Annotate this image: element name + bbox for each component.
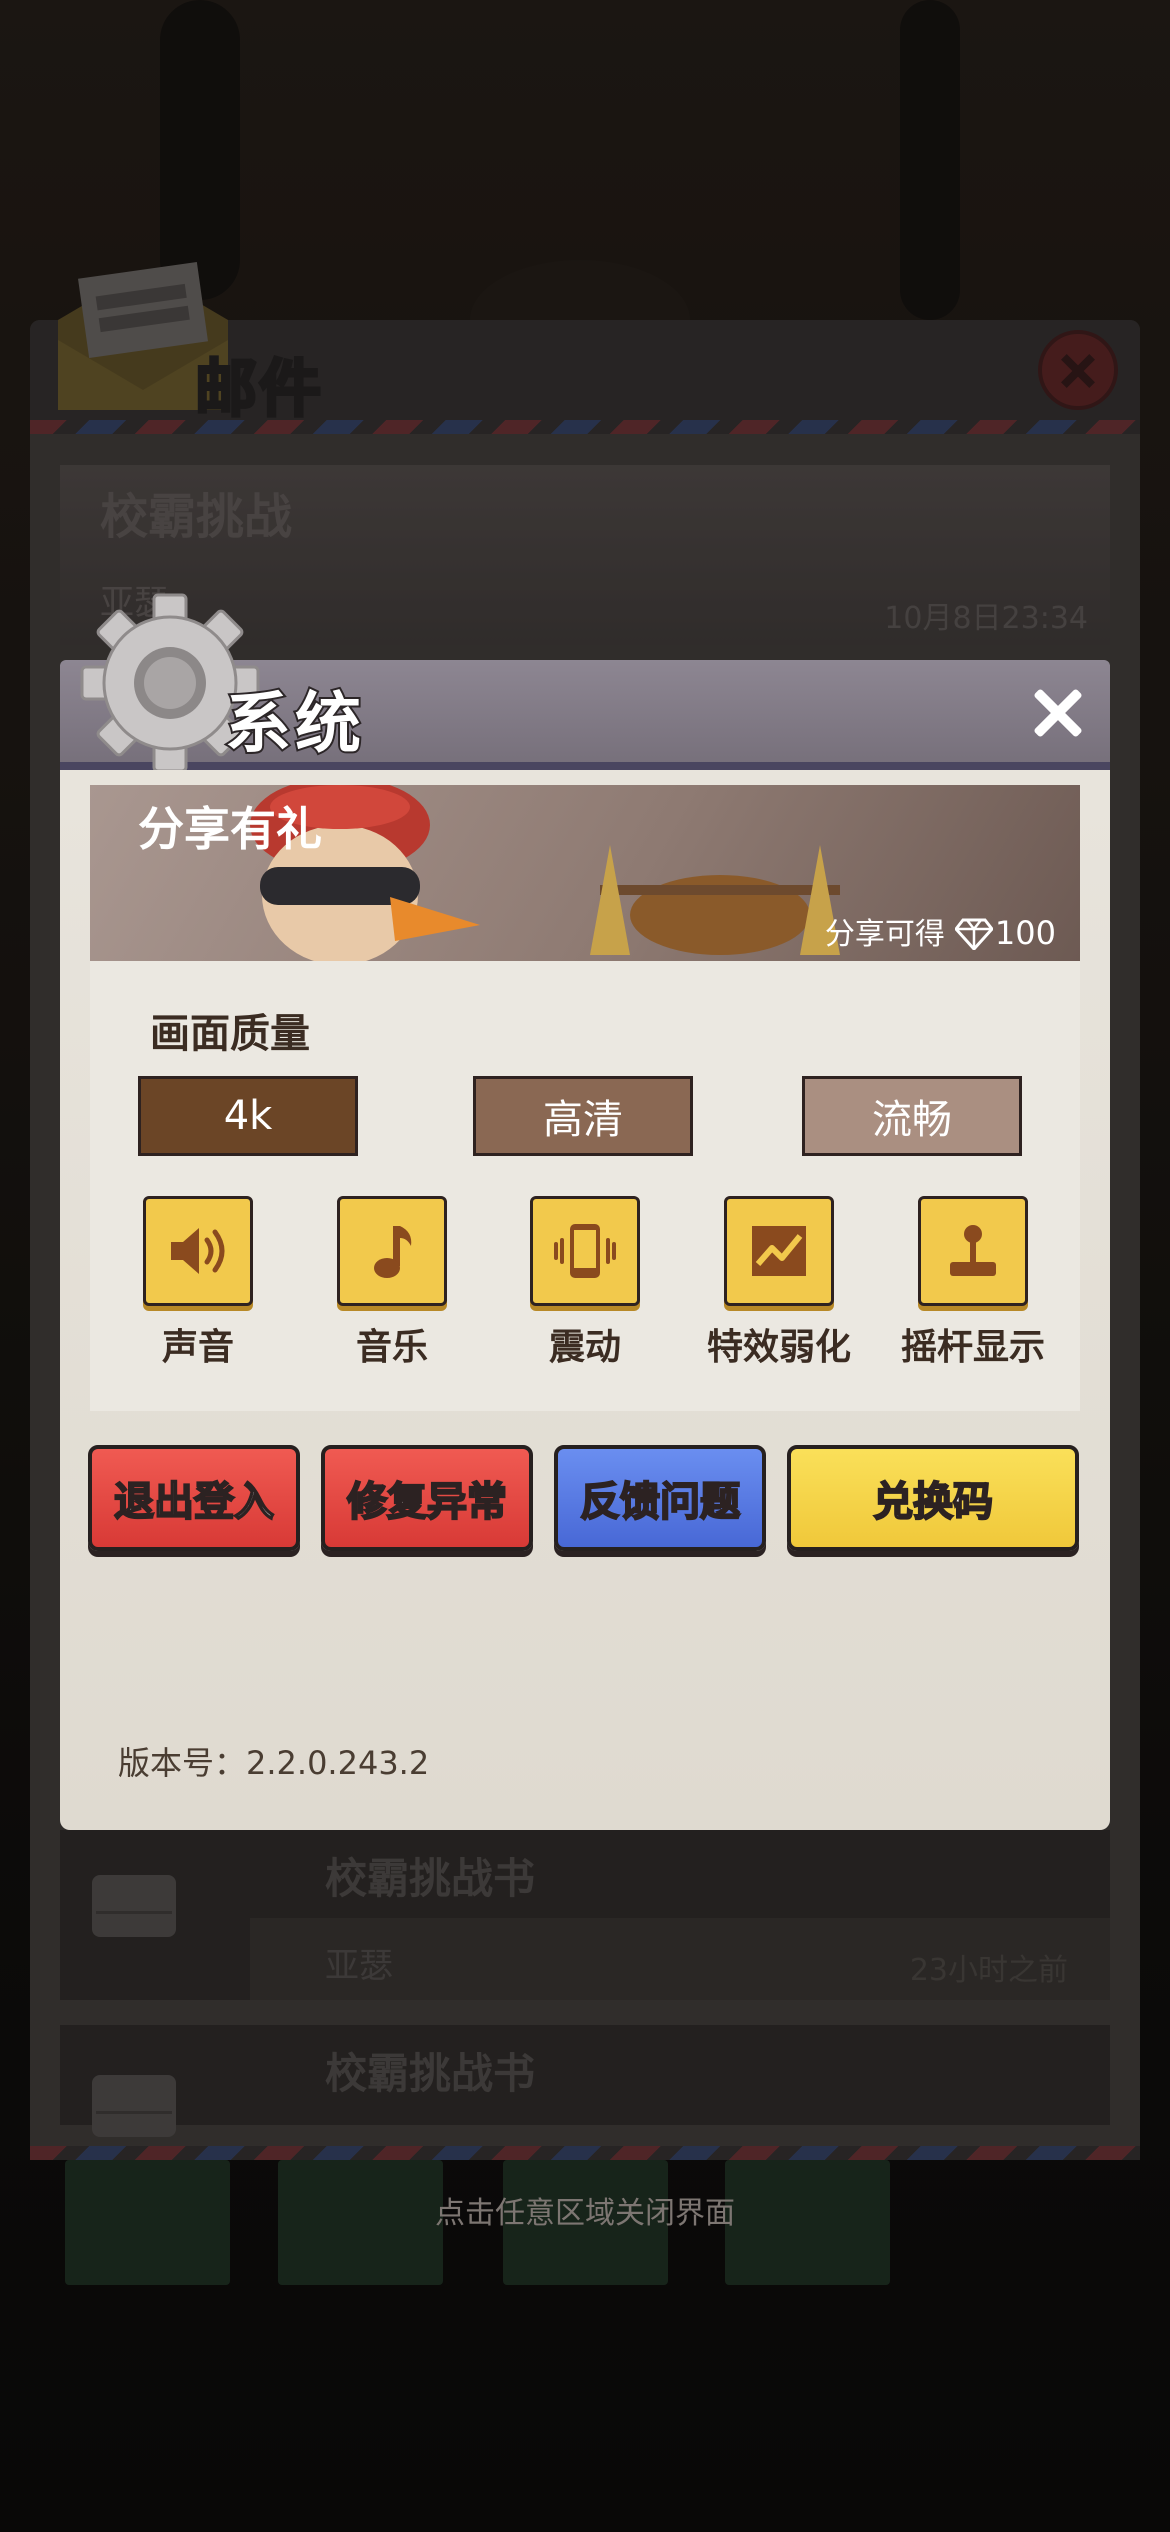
roast-chicken-image: [590, 845, 840, 955]
share-banner[interactable]: 分享有礼 分享可得 100: [90, 785, 1080, 961]
toggle-vibration[interactable]: 震动: [510, 1196, 660, 1370]
logout-button[interactable]: 退出登入: [88, 1445, 300, 1551]
joystick-toggle-tile[interactable]: [918, 1196, 1028, 1306]
music-toggle-tile[interactable]: [337, 1196, 447, 1306]
speaker-icon: [171, 1228, 225, 1274]
redeem-code-button[interactable]: 兑换码: [787, 1445, 1079, 1551]
close-hint: 点击任意区域关闭界面: [435, 2196, 735, 2231]
share-reward-text: 分享可得: [824, 917, 945, 952]
quality-option-hd[interactable]: 高清: [473, 1076, 693, 1156]
vibration-toggle-tile[interactable]: [530, 1196, 640, 1306]
dialog-title: 系统: [223, 683, 365, 764]
close-button[interactable]: [1025, 680, 1091, 746]
joystick-icon: [950, 1225, 996, 1276]
system-dialog: 系统 分享有礼 分享可得 100 画面质量 4k 高清 流畅 声音 音乐 震动 …: [60, 593, 1110, 1830]
diamond-icon: [954, 918, 993, 950]
toggle-sound[interactable]: 声音: [123, 1196, 273, 1370]
dialog-body: 分享有礼 分享可得 100 画面质量 4k 高清 流畅 声音 音乐 震动 特效弱…: [60, 770, 1110, 1830]
toggle-label: 震动: [548, 1327, 621, 1368]
repair-button[interactable]: 修复异常: [321, 1445, 533, 1551]
share-reward-amount: 100: [994, 914, 1056, 952]
share-title: 分享有礼: [138, 802, 322, 856]
effects-toggle-tile[interactable]: [724, 1196, 834, 1306]
feedback-button[interactable]: 反馈问题: [554, 1445, 766, 1551]
settings-panel: 画面质量 4k 高清 流畅 声音 音乐 震动 特效弱化 摇杆显示: [90, 961, 1080, 1411]
vibration-icon: [554, 1224, 616, 1278]
version-label: 版本号：2.2.0.243.2: [118, 1744, 430, 1782]
quality-label: 画面质量: [150, 1011, 310, 1057]
quality-option-4k[interactable]: 4k: [138, 1076, 358, 1156]
toggle-label: 特效弱化: [706, 1327, 851, 1368]
toggle-effects[interactable]: 特效弱化: [704, 1196, 854, 1370]
music-note-icon: [374, 1226, 412, 1278]
effects-chart-icon: [752, 1226, 806, 1276]
dialog-header: 系统: [60, 593, 1110, 773]
toggle-label: 声音: [161, 1327, 234, 1368]
toggle-label: 摇杆显示: [900, 1327, 1045, 1368]
sound-toggle-tile[interactable]: [143, 1196, 253, 1306]
share-reward: 分享可得 100: [825, 909, 1056, 953]
quality-option-smooth[interactable]: 流畅: [802, 1076, 1022, 1156]
toggle-music[interactable]: 音乐: [317, 1196, 467, 1370]
toggle-joystick[interactable]: 摇杆显示: [898, 1196, 1048, 1370]
toggle-label: 音乐: [355, 1327, 428, 1368]
